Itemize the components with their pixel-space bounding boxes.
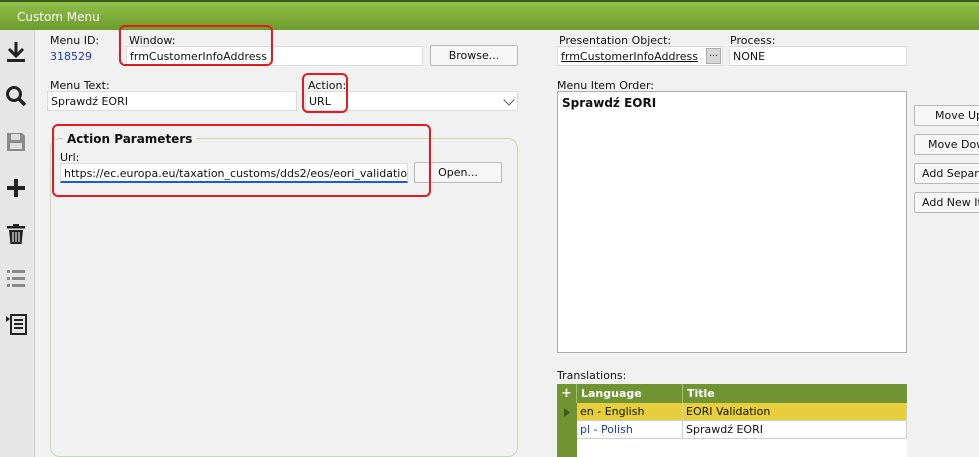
browse-button[interactable]: Browse... <box>430 45 518 66</box>
presentation-object-lookup-button[interactable]: ... <box>706 48 721 64</box>
table-row[interactable]: Sprawdź EORI <box>683 421 907 439</box>
list-item[interactable]: Sprawdź EORI <box>558 92 906 114</box>
presentation-object-value: frmCustomerInfoAddress <box>561 50 698 63</box>
list-button[interactable] <box>0 262 31 293</box>
chevron-down-icon <box>503 94 515 106</box>
add-button[interactable] <box>0 172 31 203</box>
menu-id-value: 318529 <box>50 50 92 63</box>
download-icon <box>6 41 25 62</box>
annotation-action <box>302 73 348 113</box>
list-icon <box>6 269 25 287</box>
delete-icon <box>6 223 25 244</box>
column-header-title[interactable]: Title <box>683 384 907 403</box>
row-selector-column <box>557 403 577 457</box>
menu-item-order-list[interactable]: Sprawdź EORI <box>557 91 907 353</box>
table-row[interactable]: en - English <box>577 403 683 421</box>
download-button[interactable] <box>0 36 31 67</box>
table-row[interactable]: pl - Polish <box>577 421 683 439</box>
search-icon <box>5 85 26 106</box>
delete-button[interactable] <box>0 218 31 249</box>
move-down-button[interactable]: Move Down <box>914 134 979 155</box>
add-row-button[interactable]: + <box>557 384 577 403</box>
column-header-language[interactable]: Language <box>577 384 683 403</box>
save-button[interactable] <box>0 126 31 157</box>
add-icon <box>6 178 25 197</box>
menu-id-label: Menu ID: <box>50 34 100 47</box>
grid-empty-area <box>577 439 907 457</box>
translations-grid: + Language Title en - English EORI Valid… <box>557 384 907 457</box>
process-value: NONE <box>733 50 766 63</box>
menu-text-value: Sprawdź EORI <box>51 95 128 108</box>
search-button[interactable] <box>0 80 31 111</box>
add-new-item-button[interactable]: Add New Item <box>914 192 979 213</box>
indent-list-button[interactable] <box>0 308 31 339</box>
move-up-button[interactable]: Move Up <box>914 105 979 126</box>
process-field[interactable]: NONE <box>729 46 907 66</box>
translations-label: Translations: <box>557 369 627 382</box>
current-row-arrow-icon <box>564 408 570 417</box>
annotation-action-parameters <box>52 124 431 197</box>
menu-text-field[interactable]: Sprawdź EORI <box>47 91 297 111</box>
indent-list-icon <box>5 313 27 335</box>
window-title: Custom Menu <box>17 10 100 24</box>
add-separator-button[interactable]: Add Separator <box>914 163 979 184</box>
presentation-object-field[interactable]: frmCustomerInfoAddress <box>557 46 723 66</box>
save-icon <box>6 132 25 151</box>
table-row[interactable]: EORI Validation <box>683 403 907 421</box>
annotation-window <box>119 25 273 66</box>
left-toolbar <box>0 30 35 457</box>
